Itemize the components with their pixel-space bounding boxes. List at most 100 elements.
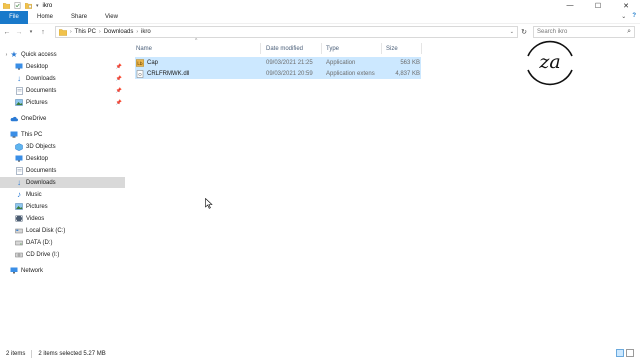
column-header-name[interactable]: Name (136, 43, 152, 54)
nav-item-label: CD Drive (I:) (26, 251, 60, 258)
nav-item-pictures[interactable]: Pictures (0, 201, 125, 212)
details-view-icon[interactable] (616, 349, 624, 357)
pin-icon[interactable]: 📌 (116, 76, 122, 82)
back-arrow-icon[interactable]: ← (2, 27, 12, 37)
title-bar: ▾ ikro — ☐ ✕ (0, 0, 640, 11)
nav-item-3d-objects[interactable]: 3D Objects (0, 141, 125, 152)
nav-item-music[interactable]: ♪ Music (0, 189, 125, 200)
nav-item-network[interactable]: Network (0, 265, 125, 276)
nav-item-videos[interactable]: Videos (0, 213, 125, 224)
table-row[interactable]: Lb Cap 09/03/2021 21:25 Application 563 … (135, 57, 421, 68)
tab-view[interactable]: View (96, 14, 127, 20)
nav-item-documents[interactable]: Documents (0, 165, 125, 176)
application-icon: Lb (136, 58, 144, 67)
column-divider[interactable] (260, 43, 261, 54)
nav-item-label: Downloads (26, 179, 56, 186)
nav-item-label: Pictures (26, 99, 48, 106)
nav-item-desktop[interactable]: Desktop (0, 153, 125, 164)
nav-item-pictures[interactable]: Pictures 📌 (0, 97, 125, 108)
column-divider[interactable] (381, 43, 382, 54)
column-header-label: Type (326, 45, 340, 52)
forward-arrow-icon[interactable]: → (14, 27, 24, 37)
nav-item-desktop[interactable]: Desktop 📌 (0, 61, 125, 72)
close-button[interactable]: ✕ (612, 0, 640, 11)
nav-item-label: OneDrive (21, 115, 47, 122)
minimize-button[interactable]: — (556, 0, 584, 11)
breadcrumb-downloads[interactable]: Downloads (104, 29, 134, 35)
nav-item-label: Desktop (26, 155, 49, 162)
maximize-button[interactable]: ☐ (584, 0, 612, 11)
column-divider[interactable] (421, 43, 422, 54)
new-folder-icon[interactable] (25, 2, 32, 9)
pictures-icon (15, 99, 23, 107)
desktop-icon (15, 155, 23, 163)
folder-icon[interactable] (3, 2, 10, 9)
nav-item-downloads[interactable]: ↓ Downloads 📌 (0, 73, 125, 84)
breadcrumb-this-pc[interactable]: This PC (75, 29, 96, 35)
pin-icon[interactable]: 📌 (116, 100, 122, 106)
chevron-right-icon[interactable]: › (99, 29, 101, 35)
status-bar: 2 items 2 items selected 5.27 MB (0, 347, 640, 360)
large-icons-view-icon[interactable] (626, 349, 634, 357)
help-icon[interactable]: ? (632, 13, 636, 20)
type-cell: Application (326, 59, 356, 66)
sort-ascending-icon: ^ (195, 38, 198, 44)
desktop-icon (15, 63, 23, 71)
pictures-icon (15, 203, 23, 211)
tab-file[interactable]: File (0, 10, 28, 24)
view-toggle (616, 349, 634, 357)
expand-ribbon-chevron-icon[interactable]: ⌄ (621, 13, 626, 20)
nav-item-local-disk-c[interactable]: Local Disk (C:) (0, 225, 125, 236)
table-row[interactable]: CRLFRMWK.dll 09/03/2021 20:59 Applicatio… (135, 68, 421, 79)
quick-access-dropdown-icon[interactable]: ▾ (36, 3, 39, 9)
nav-item-this-pc[interactable]: This PC (0, 129, 125, 140)
column-header-date-modified[interactable]: Date modified (266, 43, 303, 54)
logo-text: za (538, 51, 560, 73)
column-header-size[interactable]: Size (386, 43, 398, 54)
nav-item-label: 3D Objects (26, 143, 56, 150)
tab-home[interactable]: Home (28, 14, 62, 20)
nav-item-data-d[interactable]: DATA (D:) (0, 237, 125, 248)
column-divider[interactable] (321, 43, 322, 54)
tab-share[interactable]: Share (62, 14, 96, 20)
nav-item-onedrive[interactable]: OneDrive (0, 113, 125, 124)
nav-item-label: Downloads (26, 75, 56, 82)
pin-icon[interactable]: 📌 (116, 64, 122, 70)
file-name: Cap (147, 59, 159, 66)
svg-text:Lb: Lb (137, 61, 143, 67)
nav-item-downloads[interactable]: ↓ Downloads (0, 177, 125, 188)
nav-item-quick-access[interactable]: › ★ Quick access (0, 49, 125, 60)
chevron-right-icon[interactable]: › (136, 29, 138, 35)
nav-item-label: Music (26, 191, 42, 198)
size-cell: 563 KB (400, 59, 420, 66)
pin-icon[interactable]: 📌 (116, 88, 122, 94)
recent-dropdown-icon[interactable]: ▾ (26, 27, 36, 37)
selection-info: 2 items selected 5.27 MB (38, 350, 106, 357)
mouse-cursor-icon (205, 198, 213, 209)
nav-item-label: Network (21, 267, 44, 274)
column-header-label: Size (386, 45, 398, 52)
ribbon-tabs: File Home Share View ⌄ ? (0, 10, 640, 24)
properties-icon[interactable] (14, 2, 21, 9)
address-dropdown-icon[interactable]: ⌄ (510, 29, 514, 35)
status-divider (31, 349, 33, 358)
search-icon[interactable]: ⌕ (627, 28, 631, 36)
address-bar[interactable]: › This PC › Downloads › ikro ⌄ (55, 26, 518, 38)
star-icon: ★ (10, 50, 18, 59)
documents-icon (15, 86, 23, 95)
breadcrumb-ikro[interactable]: ikro (141, 29, 151, 35)
window-title: ikro (42, 2, 53, 9)
window-controls: — ☐ ✕ (556, 0, 640, 11)
chevron-right-icon[interactable]: › (70, 29, 72, 35)
up-arrow-icon[interactable]: ↑ (38, 27, 48, 37)
nav-item-label: Documents (26, 167, 57, 174)
nav-item-documents[interactable]: Documents 📌 (0, 85, 125, 96)
ribbon-right-controls: ⌄ ? (621, 13, 636, 20)
nav-item-label: Desktop (26, 63, 49, 70)
documents-icon (15, 166, 23, 175)
nav-item-cd-drive-i[interactable]: CD Drive (I:) (0, 249, 125, 260)
column-header-label: Name (136, 45, 153, 52)
column-header-label: Date modified (266, 45, 304, 52)
expand-chevron-icon[interactable]: › (4, 51, 9, 59)
column-header-type[interactable]: Type (326, 43, 339, 54)
